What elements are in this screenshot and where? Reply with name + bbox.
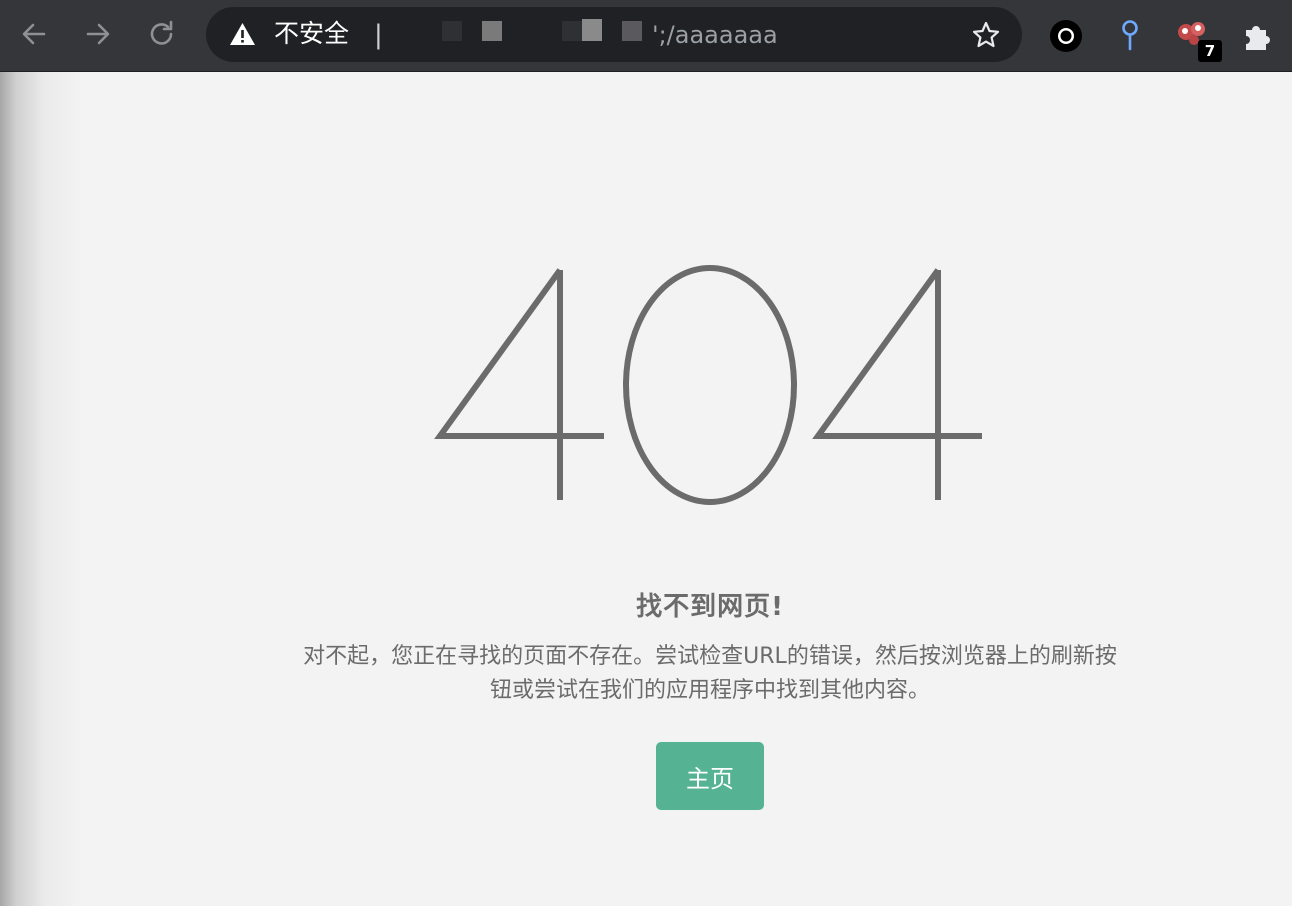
redacted-url-block [622,21,642,41]
extension-pin-icon[interactable] [1112,18,1148,54]
reload-icon [150,20,173,45]
warning-icon[interactable] [229,21,256,48]
browser-toolbar: 不安全 | ';/aaaaaaa 7 [0,0,1292,72]
home-button[interactable]: 主页 [656,742,764,810]
page-title: 找不到网页! [636,592,784,622]
error-description: 对不起，您正在寻找的页面不存在。尝试检查URL的错误，然后按浏览器上的刷新按钮或… [303,644,1117,703]
redacted-url-block [482,21,502,41]
address-bar[interactable]: 不安全 | ';/aaaaaaa [206,7,1022,62]
redacted-url-block [442,21,462,41]
url-text[interactable]: ';/aaaaaaa [652,21,778,49]
redacted-url-block [582,19,602,41]
error-code-404: 404 [434,265,982,505]
redacted-url-block [382,19,652,51]
extensions-puzzle-icon[interactable] [1240,18,1276,54]
arrow-left-icon [22,23,46,45]
bookmark-star-icon[interactable] [971,20,1001,50]
extension-ring-icon[interactable] [1048,18,1084,54]
redacted-url-block [562,21,582,41]
left-edge-shadow [0,72,80,906]
reload-button[interactable] [142,14,182,54]
forward-button[interactable] [78,14,118,54]
extension-badge: 7 [1198,40,1222,62]
arrow-right-icon [86,23,110,45]
security-status[interactable]: 不安全 [274,19,349,49]
back-button[interactable] [14,14,54,54]
